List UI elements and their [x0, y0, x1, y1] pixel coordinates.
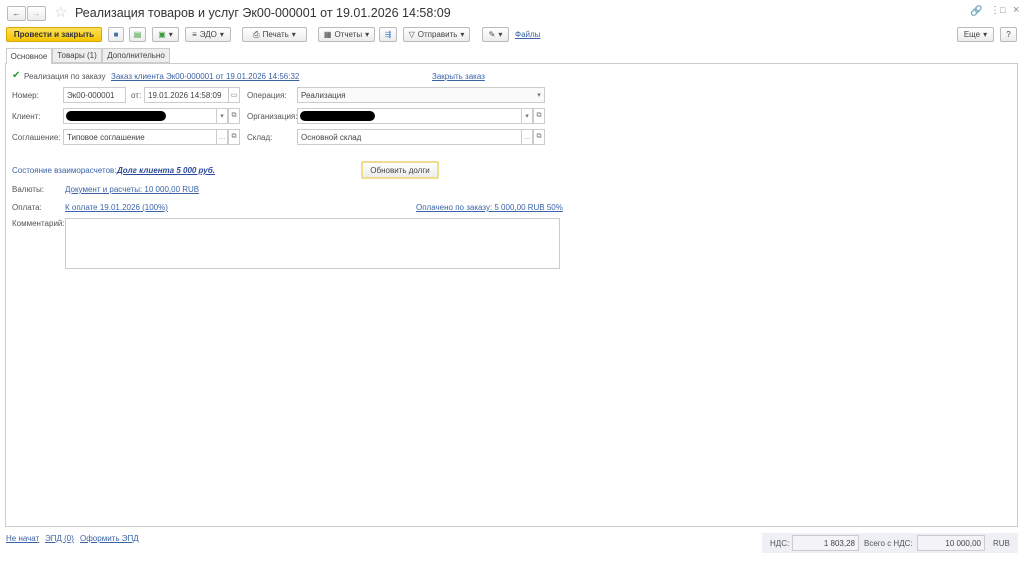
maximize-icon[interactable]: □ — [1000, 5, 1005, 15]
page-title: Реализация товаров и услуг Эк00-000001 о… — [75, 6, 451, 20]
agreement-field[interactable]: Типовое соглашение… ⧉ — [63, 129, 240, 145]
open-icon[interactable]: ⧉ — [533, 129, 545, 145]
date-field[interactable]: 19.01.2026 14:58:09 ▭ — [144, 87, 240, 103]
warehouse-field[interactable]: Основной склад… ⧉ — [297, 129, 545, 145]
post-button[interactable]: ▤ — [129, 27, 146, 42]
close-icon[interactable]: × — [1013, 4, 1019, 16]
close-order-link[interactable]: Закрыть заказ — [432, 72, 485, 81]
files-link[interactable]: Файлы — [515, 30, 540, 39]
create-based-icon: ▣ — [158, 30, 166, 39]
edo-button[interactable]: ≡ ЭДО ▾ — [185, 27, 231, 42]
link-icon[interactable]: 🔗 — [970, 6, 982, 17]
organization-field[interactable]: ▾ ⧉ — [297, 108, 545, 124]
dropdown-icon[interactable]: ▾ — [533, 87, 545, 103]
redacted-organization — [300, 111, 375, 121]
dropdown-icon[interactable]: ▾ — [521, 108, 533, 124]
post-and-close-button[interactable]: Провести и закрыть — [6, 27, 102, 42]
create-based-button[interactable]: ▣ ▾ — [152, 27, 179, 42]
attach-button[interactable]: ✎ ▾ — [482, 27, 509, 42]
star-icon[interactable]: ☆ — [54, 3, 67, 21]
report-icon: ▦ — [323, 30, 332, 39]
refresh-debts-button[interactable]: Обновить долги — [361, 161, 439, 179]
reports-button[interactable]: ▦ Отчеты ▾ — [318, 27, 375, 42]
status-link[interactable]: Не начат — [6, 534, 39, 543]
total-field: 10 000,00 — [917, 535, 985, 551]
tab-goods[interactable]: Товары (1) — [52, 48, 102, 63]
arrow-right-icon: → — [32, 9, 41, 18]
printer-icon: ⎙ — [253, 29, 260, 39]
structure-icon: ⇶ — [384, 30, 392, 39]
currency-link[interactable]: Документ и расчеты: 10 000,00 RUB — [65, 185, 199, 194]
print-button[interactable]: ⎙ Печать ▾ — [242, 27, 307, 42]
floppy-icon: ■ — [113, 30, 119, 39]
back-button[interactable]: ← — [7, 6, 26, 21]
select-icon[interactable]: … — [216, 129, 228, 145]
more-vertical-icon[interactable]: ⋮ — [990, 5, 1000, 16]
payment-link[interactable]: К оплате 19.01.2026 (100%) — [65, 203, 168, 212]
redacted-client — [66, 111, 166, 121]
more-button[interactable]: Еще ▾ — [957, 27, 994, 42]
arrow-left-icon: ← — [12, 9, 21, 18]
send-button[interactable]: ▽ Отправить ▾ — [403, 27, 470, 42]
number-field[interactable]: Эк00-000001 — [63, 87, 126, 103]
structure-button[interactable]: ⇶ — [379, 27, 397, 42]
order-link[interactable]: Заказ клиента Эк00-000001 от 19.01.2026 … — [111, 72, 299, 81]
paid-by-order-link[interactable]: Оплачено по заказу: 5 000,00 RUB 50% — [416, 203, 563, 212]
tab-main[interactable]: Основное — [6, 48, 52, 64]
comment-textarea[interactable] — [65, 218, 560, 269]
epd-link[interactable]: ЭПД (0) — [45, 534, 74, 543]
vat-field: 1 803,28 — [792, 535, 859, 551]
by-order-checkbox[interactable]: ✔ — [12, 70, 20, 81]
help-button[interactable]: ? — [1000, 27, 1017, 42]
client-field[interactable]: ▾ ⧉ — [63, 108, 240, 124]
dropdown-icon[interactable]: ▾ — [216, 108, 228, 124]
paperclip-icon: ✎ — [488, 30, 496, 39]
open-icon[interactable]: ⧉ — [228, 129, 240, 145]
send-icon: ▽ — [408, 30, 415, 39]
save-button[interactable]: ■ — [108, 27, 124, 42]
operation-field[interactable]: Реализация ▾ — [297, 87, 545, 103]
make-epd-link[interactable]: Оформить ЭПД — [80, 534, 139, 543]
post-document-icon: ▤ — [133, 30, 142, 39]
open-icon[interactable]: ⧉ — [228, 108, 240, 124]
calendar-icon[interactable]: ▭ — [228, 87, 240, 103]
open-icon[interactable]: ⧉ — [533, 108, 545, 124]
select-icon[interactable]: … — [521, 129, 533, 145]
edo-icon: ≡ — [192, 30, 197, 39]
tab-additional[interactable]: Дополнительно — [102, 48, 170, 63]
forward-button[interactable]: → — [27, 6, 46, 21]
client-debt-link[interactable]: Долг клиента 5 000 руб. — [117, 166, 215, 175]
